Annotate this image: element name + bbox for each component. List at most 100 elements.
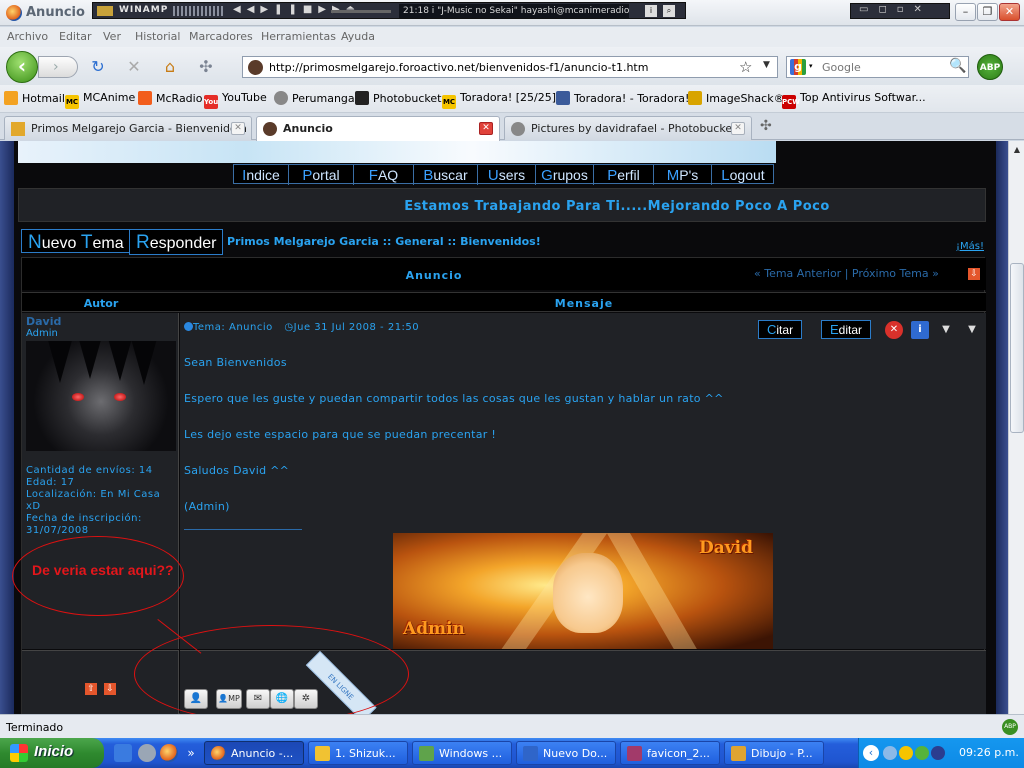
taskbar-item-nuevo-documento[interactable]: Nuevo Do... <box>516 741 616 765</box>
mcanime-icon: MC <box>442 95 456 109</box>
adblock-status-icon[interactable]: ABP <box>1002 719 1018 735</box>
tray-network-icon[interactable] <box>883 746 897 760</box>
stop-icon[interactable]: ✕ <box>124 57 144 77</box>
edit-button[interactable]: Editar <box>821 320 872 339</box>
quicklaunch-messenger-icon[interactable] <box>138 744 156 762</box>
bookmark-toradora-25[interactable]: MC Toradora! [25/25] <box>442 91 556 109</box>
close-tab-icon[interactable]: ✕ <box>479 122 493 135</box>
minimize-button[interactable]: – <box>955 3 976 21</box>
start-button[interactable]: Inicio <box>0 738 104 768</box>
menu-herramientas[interactable]: Herramientas <box>261 30 336 43</box>
bookmark-perumanga[interactable]: Perumanga <box>274 91 355 105</box>
tray-antivirus-icon[interactable] <box>915 746 929 760</box>
bookmark-star-icon[interactable]: ☆ <box>739 58 752 76</box>
search-engine-dropdown-icon[interactable]: ▾ <box>809 62 813 70</box>
signature-divider <box>184 529 302 530</box>
taskbar-item-windows[interactable]: Windows ... <box>412 741 512 765</box>
quicklaunch-ie-icon[interactable] <box>114 744 132 762</box>
forward-button[interactable]: › <box>38 56 78 78</box>
bookmark-mcradio[interactable]: McRadio <box>138 91 202 105</box>
author-post-count: Cantidad de envíos: 14 <box>26 465 153 476</box>
google-icon[interactable]: g <box>790 59 806 75</box>
search-box[interactable]: g ▾ 🔍 <box>786 56 969 78</box>
winamp-seek-bar[interactable] <box>331 10 391 13</box>
delete-icon[interactable]: ✕ <box>885 321 903 339</box>
nav-buscar[interactable]: Buscar <box>414 165 478 185</box>
bookmark-photobucket[interactable]: Photobucket <box>355 91 441 105</box>
extension-icon[interactable]: ✣ <box>196 57 216 77</box>
bookmark-mcanime[interactable]: MC MCAnime <box>65 91 135 109</box>
taskbar-item-shizuku[interactable]: 1. Shizuk... <box>308 741 408 765</box>
bookmark-top-antivirus[interactable]: PCWTop Antivirus Softwar... <box>782 91 926 109</box>
nav-indice[interactable]: Indice <box>234 165 289 185</box>
tray-shield-icon[interactable] <box>931 746 945 760</box>
bookmark-imageshack[interactable]: ImageShack® <box>688 91 785 105</box>
maximize-button[interactable]: ❐ <box>977 3 998 21</box>
tab-photobucket[interactable]: Pictures by davidrafael - Photobucket ✕ <box>504 116 752 140</box>
quote-button[interactable]: Citar <box>758 320 803 339</box>
vertical-scrollbar[interactable]: ▲ <box>1008 141 1024 714</box>
url-input[interactable] <box>269 59 739 75</box>
taskbar-item-dibujo[interactable]: Dibujo - P... <box>724 741 824 765</box>
annotation-circle <box>134 625 409 714</box>
breadcrumb[interactable]: Primos Melgarejo Garcia :: General :: Bi… <box>227 235 541 248</box>
tray-messenger-icon[interactable] <box>899 746 913 760</box>
winamp-logo-icon <box>97 6 113 16</box>
search-icon[interactable]: 🔍 <box>949 58 966 74</box>
reply-button[interactable]: Responder <box>129 229 224 255</box>
back-button[interactable]: ‹ <box>6 51 38 83</box>
more-link[interactable]: ¡Más! <box>956 241 984 252</box>
close-button[interactable]: ✕ <box>999 3 1020 21</box>
prev-next-topic-links[interactable]: « Tema Anterior | Próximo Tema » <box>754 267 939 280</box>
author-name[interactable]: David <box>26 315 61 328</box>
nav-users[interactable]: Users <box>478 165 536 185</box>
address-bar[interactable]: ☆ ▼ <box>242 56 778 78</box>
winamp-bar[interactable]: WINAMP ◀◀▶❚❚■▶▶⏏ 21:18 i "J-Music no Sek… <box>92 2 686 19</box>
winamp-window-controls[interactable]: ▭◻▫✕ <box>850 3 950 19</box>
winamp-info-icon[interactable]: i <box>645 5 657 17</box>
close-tab-icon[interactable]: ✕ <box>231 122 245 135</box>
warn-icon[interactable]: ▼ <box>963 321 981 339</box>
nav-mps[interactable]: MP's <box>654 165 712 185</box>
nav-grupos[interactable]: Grupos <box>536 165 594 185</box>
adblock-plus-button[interactable]: ABP <box>977 54 1003 80</box>
bookmark-youtube[interactable]: You YouTube <box>204 91 267 109</box>
nav-faq[interactable]: FAQ <box>354 165 414 185</box>
go-top-icon[interactable]: ⇧ <box>85 683 97 695</box>
close-tab-icon[interactable]: ✕ <box>731 122 745 135</box>
menu-archivo[interactable]: Archivo <box>7 30 48 43</box>
bookmark-toradora[interactable]: Toradora! - Toradora! <box>556 91 689 105</box>
taskbar-item-favicon[interactable]: favicon_2... <box>620 741 720 765</box>
report-icon[interactable]: ▼ <box>937 321 955 339</box>
winamp-search-icon[interactable]: ⌕ <box>663 5 675 17</box>
reload-icon[interactable]: ↻ <box>88 57 108 77</box>
bookmark-hotmail[interactable]: Hotmail <box>4 91 65 105</box>
go-bottom-icon[interactable]: ⇩ <box>104 683 116 695</box>
nav-portal[interactable]: Portal <box>289 165 354 185</box>
search-input[interactable] <box>822 59 946 75</box>
menu-marcadores[interactable]: Marcadores <box>189 30 253 43</box>
menu-ver[interactable]: Ver <box>103 30 121 43</box>
firefox-icon <box>211 746 226 761</box>
ip-info-icon[interactable]: i <box>911 321 929 339</box>
windows-messenger-icon <box>419 746 434 761</box>
menu-historial[interactable]: Historial <box>135 30 180 43</box>
taskbar-item-anuncio[interactable]: Anuncio -... <box>204 741 304 765</box>
menu-editar[interactable]: Editar <box>59 30 92 43</box>
tab-primos-melgarejo[interactable]: Primos Melgarejo Garcia - Bienvenido a .… <box>4 116 252 140</box>
scrollbar-thumb[interactable] <box>1010 263 1024 433</box>
go-bottom-icon[interactable]: ⇩ <box>968 268 980 280</box>
tab-anuncio[interactable]: Anuncio ✕ <box>256 116 500 141</box>
quicklaunch-expand-icon[interactable]: » <box>182 744 200 762</box>
new-tab-icon[interactable]: ✣ <box>760 118 772 134</box>
nav-logout[interactable]: Logout <box>712 165 774 185</box>
url-dropdown-icon[interactable]: ▼ <box>763 60 770 70</box>
site-favicon-icon <box>263 122 277 136</box>
nav-perfil[interactable]: Perfil <box>594 165 654 185</box>
new-topic-button[interactable]: Nuevo Tema <box>21 229 131 253</box>
tray-expand-icon[interactable]: ‹ <box>863 745 879 761</box>
scroll-up-icon[interactable]: ▲ <box>1010 143 1024 157</box>
menu-ayuda[interactable]: Ayuda <box>341 30 375 43</box>
quicklaunch-firefox-icon[interactable] <box>160 744 178 762</box>
home-icon[interactable]: ⌂ <box>160 57 180 77</box>
